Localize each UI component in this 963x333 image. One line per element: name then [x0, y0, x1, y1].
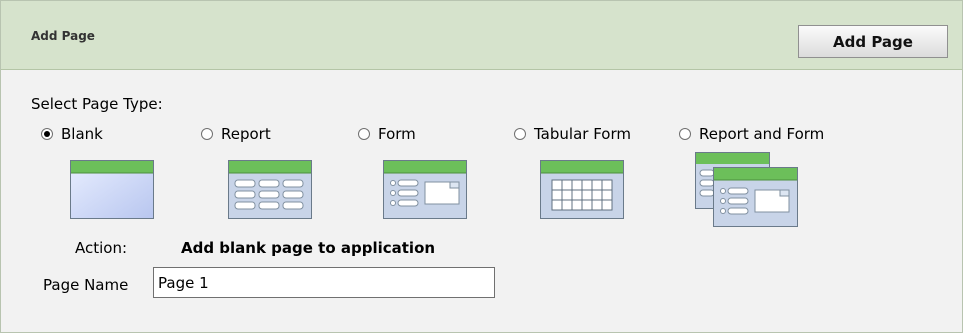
option-blank[interactable]: Blank — [41, 125, 103, 143]
add-page-panel: Add Page Add Page Select Page Type: Blan… — [0, 0, 963, 333]
select-page-type-label: Select Page Type: — [31, 95, 163, 113]
radio-report[interactable] — [201, 128, 213, 140]
report-and-form-page-icon[interactable] — [695, 152, 799, 228]
radio-blank[interactable] — [41, 128, 53, 140]
action-value: Add blank page to application — [181, 239, 436, 257]
option-blank-label: Blank — [61, 125, 103, 143]
option-tabular-form[interactable]: Tabular Form — [514, 125, 631, 143]
radio-form[interactable] — [358, 128, 370, 140]
page-name-label: Page Name — [43, 276, 129, 294]
option-form[interactable]: Form — [358, 125, 416, 143]
tabular-form-page-icon[interactable] — [540, 160, 624, 219]
option-report-and-form-label: Report and Form — [699, 125, 825, 143]
option-form-label: Form — [378, 125, 416, 143]
action-label: Action: — [75, 239, 128, 257]
option-report-and-form[interactable]: Report and Form — [679, 125, 824, 143]
add-page-button[interactable]: Add Page — [798, 25, 948, 58]
option-report-label: Report — [221, 125, 271, 143]
form-page-icon[interactable] — [383, 160, 467, 219]
page-name-input[interactable] — [153, 267, 495, 298]
option-tabular-form-label: Tabular Form — [534, 125, 631, 143]
panel-header: Add Page Add Page — [1, 1, 962, 70]
radio-report-and-form[interactable] — [679, 128, 691, 140]
blank-page-icon[interactable] — [70, 160, 154, 219]
option-report[interactable]: Report — [201, 125, 271, 143]
report-page-icon[interactable] — [228, 160, 312, 219]
panel-title: Add Page — [31, 29, 95, 43]
radio-tabular-form[interactable] — [514, 128, 526, 140]
